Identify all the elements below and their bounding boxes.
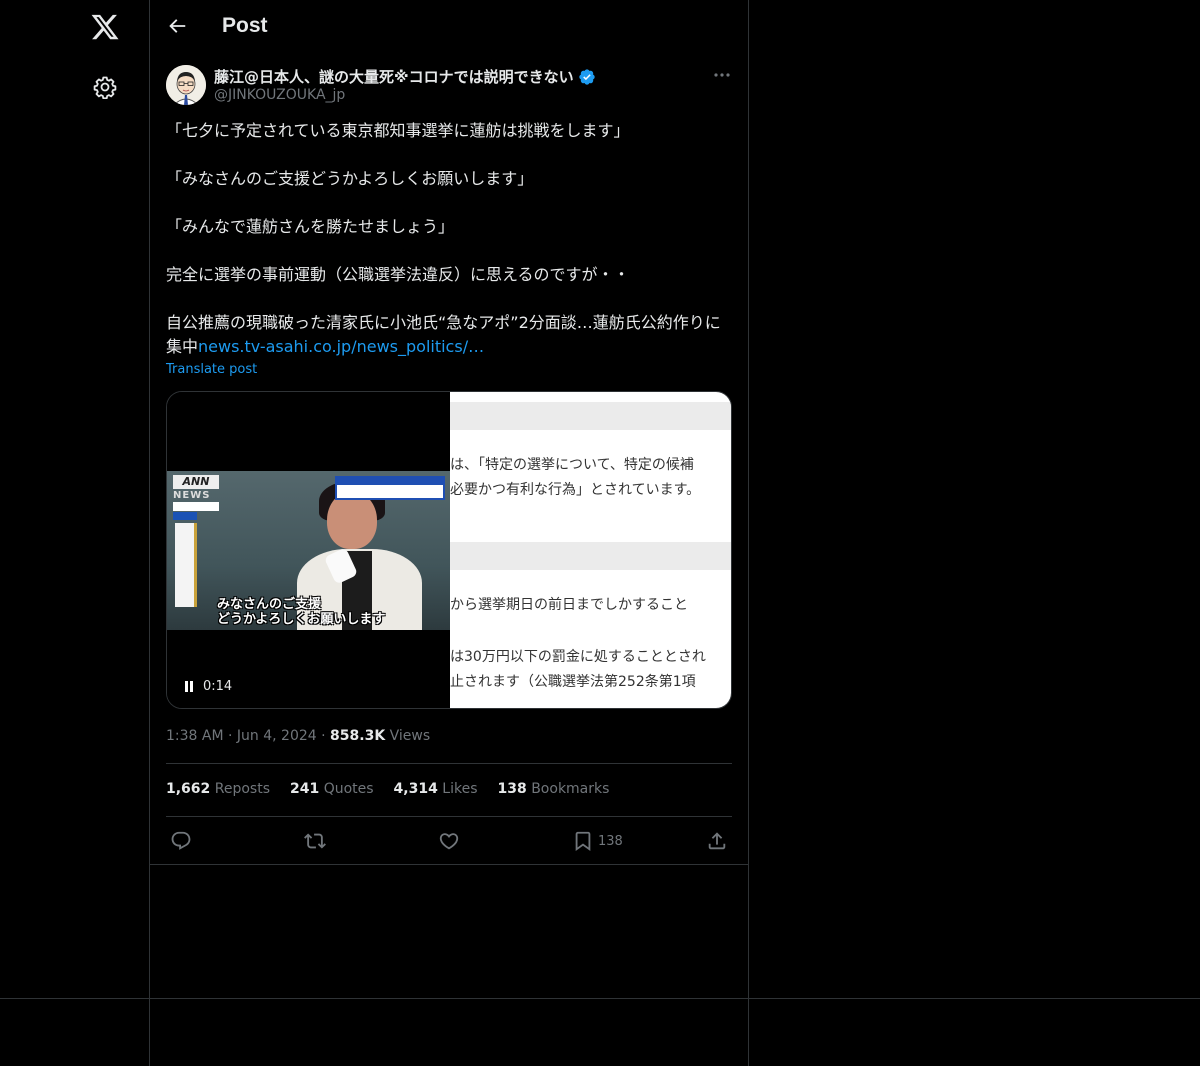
post-text: 「七夕に予定されている東京都知事選挙に蓮舫は挑戦をします」 「みなさんのご支援ど… xyxy=(166,119,726,359)
post-line: 「みなさんのご支援どうかよろしくお願いします」 xyxy=(166,169,534,188)
pause-icon[interactable] xyxy=(184,681,194,692)
article-line: は30万円以下の罰金に処することとされ xyxy=(450,649,706,665)
repost-icon[interactable] xyxy=(304,830,326,852)
divider xyxy=(166,816,732,817)
page-header: Post xyxy=(150,0,748,54)
article-line: 止されます（公職選挙法第252条第1項 xyxy=(450,674,696,690)
post-line: 「七夕に予定されている東京都知事選挙に蓮舫は挑戦をします」 xyxy=(166,121,630,140)
video-player[interactable]: ANN NEWS みなさんのご支援 どうかよろしくお願いします 0:14 xyxy=(167,392,450,708)
arrow-left-icon[interactable] xyxy=(166,15,188,37)
article-line: から選挙期日の前日までしかすること xyxy=(450,597,688,613)
views-count: 858.3K xyxy=(330,728,386,744)
bookmark-icon[interactable] xyxy=(572,830,594,852)
translate-post-link[interactable]: Translate post xyxy=(166,362,257,377)
caption-line: みなさんのご支援 xyxy=(217,597,322,612)
likes-stat[interactable]: 4,314 Likes xyxy=(394,781,478,797)
divider xyxy=(166,763,732,764)
media-card[interactable]: ANN NEWS みなさんのご支援 どうかよろしくお願いします 0:14 は、「… xyxy=(166,391,732,709)
x-logo-icon[interactable] xyxy=(90,12,120,42)
author-name-row[interactable]: 藤江@日本人、謎の大量死※コロナでは説明できない xyxy=(214,66,596,87)
more-horizontal-icon[interactable] xyxy=(712,68,732,82)
post-time[interactable]: 1:38 AM xyxy=(166,728,224,744)
post-date[interactable]: Jun 4, 2024 xyxy=(237,728,317,744)
video-frame[interactable]: ANN NEWS みなさんのご支援 どうかよろしくお願いします xyxy=(167,471,450,630)
left-nav xyxy=(0,0,149,1066)
avatar[interactable] xyxy=(166,65,206,105)
news-word: NEWS xyxy=(173,490,211,501)
reply-icon[interactable] xyxy=(170,830,192,852)
page-title: Post xyxy=(222,14,268,37)
verified-badge-icon xyxy=(578,68,595,85)
author-handle[interactable]: @JINKOUZOUKA_jp xyxy=(214,87,345,103)
views-label: Views xyxy=(389,728,431,744)
heart-icon[interactable] xyxy=(438,830,460,852)
main-column: Post 藤江@日本人、謎の大量死※コロナでは説明できない @JINKOUZOU… xyxy=(150,0,748,1066)
post-stats: 1,662 Reposts 241 Quotes 4,314 Likes 138… xyxy=(166,781,609,797)
news-logo: ANN xyxy=(173,475,219,489)
gear-icon[interactable] xyxy=(93,75,117,99)
article-image[interactable]: は、「特定の選挙について、特定の候補 必要かつ有利な行為」とされています。 から… xyxy=(450,392,731,708)
name-tag xyxy=(175,523,197,607)
post-line: 完全に選挙の事前運動（公職選挙法違反）に思えるのですが・・ xyxy=(166,265,630,284)
post-line: 自公推薦の現職破った清家氏に小池氏“急なアポ”2分面談…蓮舫氏公約作りに集中ne… xyxy=(166,311,726,359)
post-line: 「みんなで蓮舫さんを勝たせましょう」 xyxy=(166,217,455,236)
post-link[interactable]: news.tv-asahi.co.jp/news_politics/… xyxy=(198,337,484,356)
video-caption: みなさんのご支援 どうかよろしくお願いします xyxy=(217,597,385,627)
article-line: 必要かつ有利な行為」とされています。 xyxy=(450,482,701,498)
divider xyxy=(150,864,748,865)
article-line: は、「特定の選挙について、特定の候補 xyxy=(450,457,694,473)
bookmark-count: 138 xyxy=(598,834,623,849)
author-display-name[interactable]: 藤江@日本人、謎の大量死※コロナでは説明できない xyxy=(214,66,574,87)
quotes-stat[interactable]: 241 Quotes xyxy=(290,781,374,797)
caption-line: どうかよろしくお願いします xyxy=(217,612,386,627)
column-divider-right xyxy=(748,0,749,1066)
post-meta: 1:38 AM · Jun 4, 2024 · 858.3K Views xyxy=(166,728,431,744)
avatar-illustration xyxy=(166,65,206,105)
share-icon[interactable] xyxy=(706,830,728,852)
action-bar: 138 xyxy=(150,828,748,856)
bookmarks-stat[interactable]: 138 Bookmarks xyxy=(498,781,610,797)
video-time: 0:14 xyxy=(203,679,233,694)
reposts-stat[interactable]: 1,662 Reposts xyxy=(166,781,270,797)
